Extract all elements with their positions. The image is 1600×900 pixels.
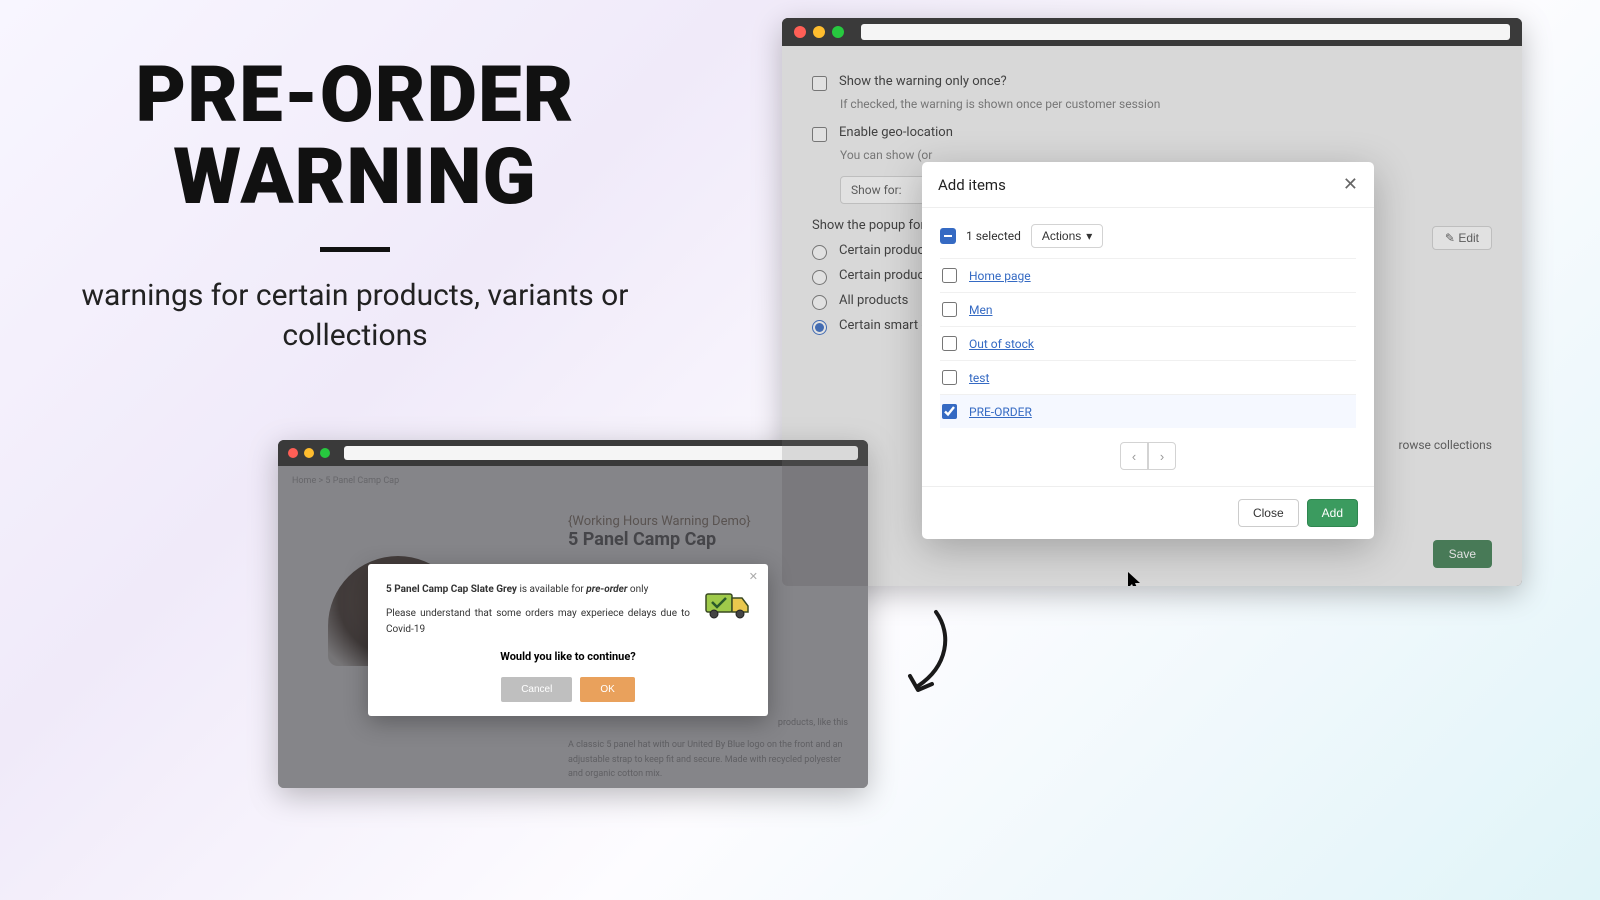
selected-count: 1 selected (966, 229, 1021, 243)
preorder-popup: ✕ 5 Panel Camp Cap Slate Grey is availab… (368, 564, 768, 716)
hero-subtitle: warnings for certain products, variants … (55, 276, 655, 357)
item-checkbox[interactable] (942, 268, 957, 283)
item-checkbox[interactable] (942, 404, 957, 419)
minimize-dot[interactable] (304, 448, 314, 458)
pager-next-button[interactable]: › (1148, 442, 1176, 470)
close-icon[interactable]: ✕ (749, 570, 758, 583)
cancel-button[interactable]: Cancel (501, 677, 572, 702)
maximize-dot[interactable] (832, 26, 844, 38)
list-item: Men (940, 292, 1356, 326)
hero-text: PRE-ORDER WARNING warnings for certain p… (55, 55, 655, 357)
item-checkbox[interactable] (942, 302, 957, 317)
popup-covid-text: Please understand that some orders may e… (386, 606, 690, 638)
select-indicator-icon[interactable] (940, 228, 956, 244)
hero-title-line1: PRE-ORDER (135, 50, 574, 141)
pager-prev-button[interactable]: ‹ (1120, 442, 1148, 470)
cursor-icon (1128, 572, 1144, 586)
window-titlebar (278, 440, 868, 466)
item-link[interactable]: PRE-ORDER (969, 405, 1032, 419)
list-item: PRE-ORDER (940, 394, 1356, 428)
item-link[interactable]: test (969, 371, 989, 385)
popup-question: Would you like to continue? (386, 650, 750, 663)
maximize-dot[interactable] (320, 448, 330, 458)
chevron-down-icon: ▾ (1086, 229, 1092, 243)
arrow-decoration-icon (900, 606, 960, 706)
window-titlebar (782, 18, 1522, 46)
admin-window: Show the warning only once? If checked, … (782, 18, 1522, 586)
ok-button[interactable]: OK (580, 677, 634, 702)
modal-add-button[interactable]: Add (1307, 499, 1358, 527)
modal-close-button[interactable]: Close (1238, 499, 1299, 527)
popup-availability-text: 5 Panel Camp Cap Slate Grey is available… (386, 582, 690, 598)
add-items-modal: Add items ✕ 1 selected Actions ▾ Home pa… (922, 162, 1374, 539)
item-checkbox[interactable] (942, 370, 957, 385)
list-item: Home page (940, 258, 1356, 292)
list-item: Out of stock (940, 326, 1356, 360)
storefront-window: Home > 5 Panel Camp Cap {Working Hours W… (278, 440, 868, 788)
list-item: test (940, 360, 1356, 394)
close-dot[interactable] (794, 26, 806, 38)
pagination: ‹ › (940, 428, 1356, 480)
item-checkbox[interactable] (942, 336, 957, 351)
modal-title: Add items (938, 176, 1006, 194)
minimize-dot[interactable] (813, 26, 825, 38)
close-icon[interactable]: ✕ (1343, 174, 1358, 195)
truck-icon (704, 588, 750, 620)
url-bar[interactable] (344, 446, 858, 460)
actions-button[interactable]: Actions ▾ (1031, 224, 1103, 248)
item-link[interactable]: Out of stock (969, 337, 1034, 351)
hero-title-line2: WARNING (173, 132, 536, 223)
url-bar[interactable] (861, 24, 1510, 40)
item-link[interactable]: Home page (969, 269, 1031, 283)
item-link[interactable]: Men (969, 303, 992, 317)
hero-divider (320, 247, 390, 252)
close-dot[interactable] (288, 448, 298, 458)
